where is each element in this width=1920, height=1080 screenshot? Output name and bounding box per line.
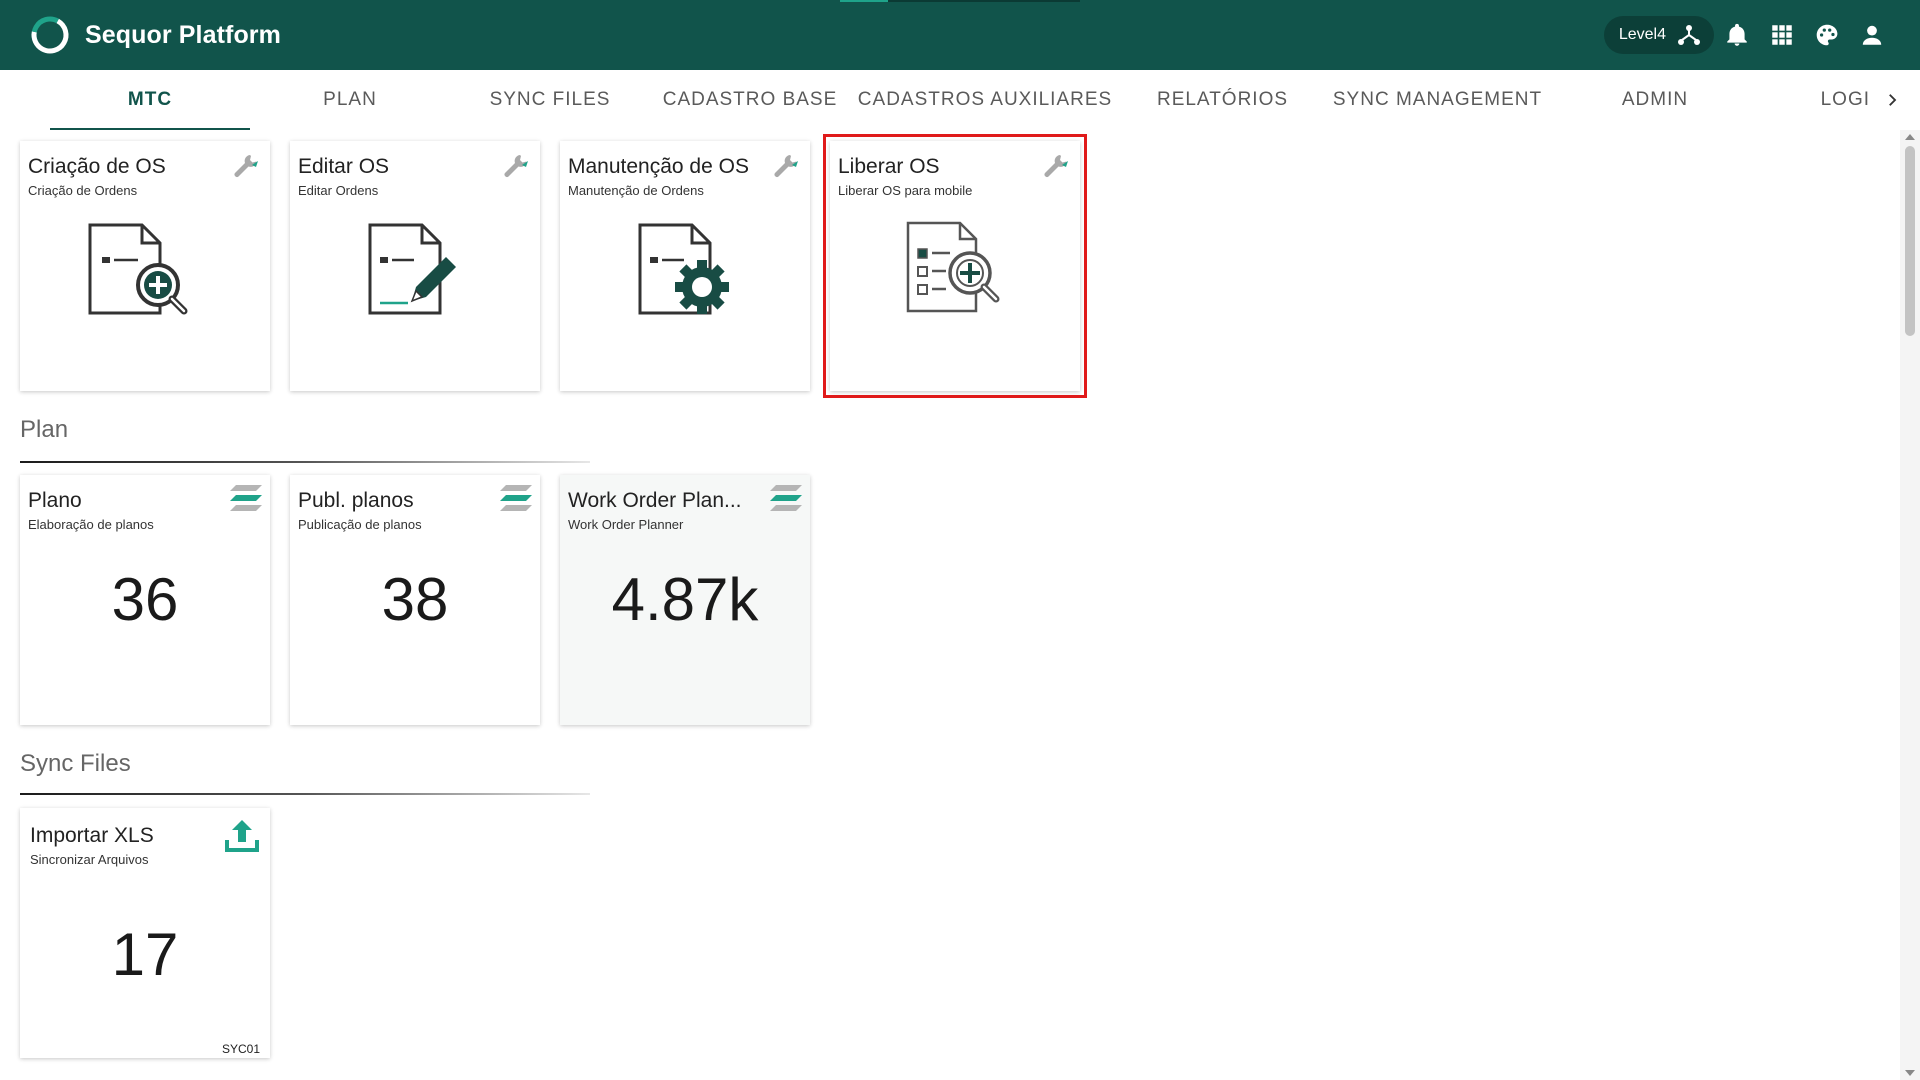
apps-button[interactable] — [1759, 13, 1804, 58]
header-progress-indicator — [840, 0, 1080, 2]
card-title: Plano — [28, 489, 82, 512]
card-subtitle: Editar Ordens — [298, 183, 379, 198]
dashboard-content: Criação de OS Criação de Ordens Editar O… — [0, 130, 1900, 1080]
section-title-sync-files: Sync Files — [20, 750, 131, 777]
section-title-plan: Plan — [20, 416, 69, 443]
user-button[interactable] — [1849, 13, 1894, 58]
page-scrollbar[interactable] — [1900, 130, 1920, 1080]
document-edit-icon — [368, 223, 456, 315]
card-subtitle: Liberar OS para mobile — [838, 183, 973, 198]
section-divider — [20, 793, 590, 795]
card-title: Editar OS — [298, 155, 390, 178]
tab-cadastro-base[interactable]: CADASTRO BASE — [650, 70, 850, 130]
notifications-button[interactable] — [1714, 13, 1759, 58]
card-count: 17 — [111, 921, 179, 988]
stack-layers-icon — [770, 485, 802, 511]
card-subtitle: Criação de Ordens — [28, 183, 138, 198]
card-plano[interactable]: Plano Elaboração de planos 36 — [20, 475, 270, 725]
brand[interactable]: Sequor Platform — [28, 13, 281, 57]
section-divider — [20, 461, 590, 463]
wrench-icon — [234, 155, 258, 177]
card-subtitle: Publicação de planos — [298, 517, 422, 532]
app-title: Sequor Platform — [85, 20, 281, 49]
document-gear-icon — [638, 223, 729, 315]
tab-mtc[interactable]: MTC — [50, 70, 250, 130]
scroll-up-arrow[interactable] — [1905, 134, 1915, 140]
person-icon — [1862, 25, 1881, 45]
card-manutencao-os[interactable]: Manutenção de OS Manutenção de Ordens — [560, 141, 810, 391]
card-title: Manutenção de OS — [568, 155, 749, 178]
tab-cadastros-auxiliares[interactable]: CADASTROS AUXILIARES — [850, 70, 1120, 130]
tab-sync-management[interactable]: SYNC MANAGEMENT — [1325, 70, 1550, 130]
tab-sync-files[interactable]: SYNC FILES — [450, 70, 650, 130]
document-search-add-icon — [88, 223, 188, 315]
card-title: Importar XLS — [30, 824, 154, 847]
hierarchy-icon — [1678, 25, 1700, 45]
stack-layers-icon — [500, 485, 532, 511]
card-count: 4.87k — [611, 566, 759, 633]
level-selector[interactable]: Level4 — [1603, 16, 1714, 54]
palette-icon — [1816, 24, 1837, 46]
card-title: Publ. planos — [298, 489, 414, 512]
card-work-order-planner[interactable]: Work Order Plan... Work Order Planner 4.… — [560, 475, 810, 725]
card-title: Work Order Plan... — [568, 489, 742, 512]
card-subtitle: Elaboração de planos — [28, 517, 154, 532]
level-label: Level4 — [1618, 26, 1666, 43]
sequor-logo-icon — [31, 16, 69, 54]
card-liberar-os[interactable]: Liberar OS Liberar OS para mobile — [823, 134, 1087, 398]
card-editar-os[interactable]: Editar OS Editar Ordens — [290, 141, 540, 391]
card-count: 36 — [111, 566, 179, 633]
scroll-down-arrow[interactable] — [1905, 1070, 1915, 1076]
tab-relatorios[interactable]: RELATÓRIOS — [1120, 70, 1325, 130]
card-title: Criação de OS — [28, 155, 166, 178]
card-subtitle: Sincronizar Arquivos — [30, 852, 149, 867]
tabs-scroll-next-button[interactable] — [1872, 70, 1912, 130]
card-subtitle: Work Order Planner — [568, 517, 684, 532]
tab-plan[interactable]: PLAN — [250, 70, 450, 130]
theme-button[interactable] — [1804, 13, 1849, 58]
chevron-right-icon — [1889, 94, 1897, 106]
tab-admin[interactable]: ADMIN — [1550, 70, 1760, 130]
app-header: Sequor Platform Level4 — [0, 0, 1920, 70]
bell-icon — [1726, 23, 1747, 46]
module-tabs: MTC PLAN SYNC FILES CADASTRO BASE CADAST… — [0, 70, 1920, 130]
checklist-search-icon — [906, 221, 1000, 313]
grid-icon — [1771, 25, 1792, 45]
card-publ-planos[interactable]: Publ. planos Publicação de planos 38 — [290, 475, 540, 725]
card-code: SYC01 — [221, 1042, 260, 1056]
wrench-icon — [504, 155, 528, 177]
wrench-icon — [1044, 155, 1068, 177]
card-title: Liberar OS — [838, 155, 940, 178]
card-count: 38 — [381, 566, 449, 633]
upload-icon — [225, 820, 259, 852]
stack-layers-icon — [230, 485, 262, 511]
wrench-icon — [774, 155, 798, 177]
card-subtitle: Manutenção de Ordens — [568, 183, 704, 198]
card-importar-xls[interactable]: Importar XLS Sincronizar Arquivos 17 SYC… — [20, 808, 270, 1058]
card-criacao-os[interactable]: Criação de OS Criação de Ordens — [20, 141, 270, 391]
scrollbar-thumb[interactable] — [1905, 146, 1915, 336]
